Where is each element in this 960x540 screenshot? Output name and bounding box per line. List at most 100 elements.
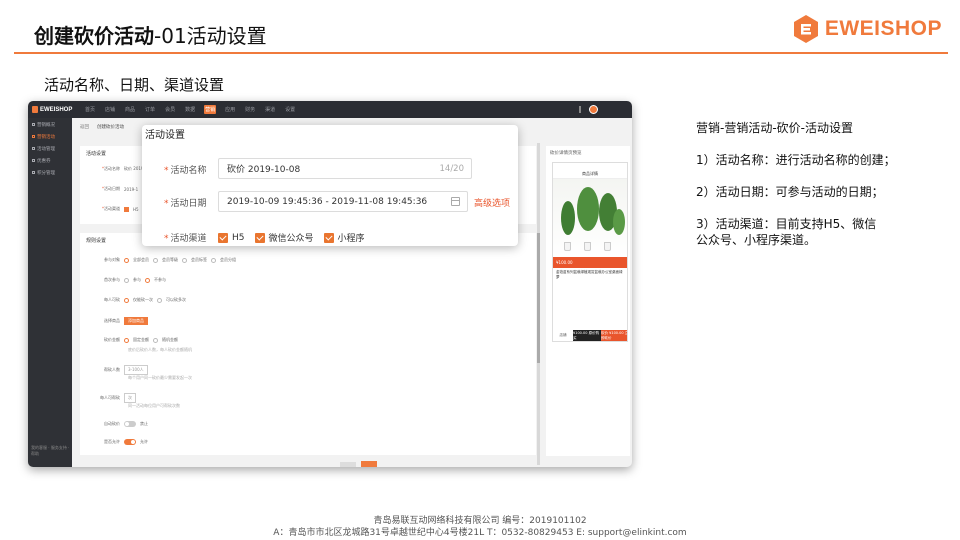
per-user-input[interactable]: 次 xyxy=(124,393,136,403)
nav-item-finance[interactable]: 财务 xyxy=(244,105,256,114)
required-mark: * xyxy=(164,166,169,176)
phone-header: 商品详情 xyxy=(553,170,627,179)
nav-item-apps[interactable]: 应用 xyxy=(224,105,236,114)
sidebar-item-label: 营销概况 xyxy=(37,122,55,128)
activity-settings-popup: 活动设置 * 活动名称 砍价 2019-10-08 14/20 * 活动日期 201… xyxy=(142,125,518,246)
scrollbar-thumb[interactable] xyxy=(537,233,540,363)
scrollbar[interactable] xyxy=(537,143,540,465)
section-heading: 活动名称、日期、渠道设置 xyxy=(44,76,225,94)
sidebar-item-manage[interactable]: 活动管理 xyxy=(28,143,72,154)
description-heading: 营销-营销活动-砍价-活动设置 xyxy=(696,121,853,135)
sidebar-item-coupons[interactable]: 优惠券 xyxy=(28,155,72,166)
plant-leaves xyxy=(613,209,625,235)
app-logo-icon xyxy=(32,106,38,113)
rule-row-participants: 参与对象 全部会员 会员等级 会员标签 会员分组 xyxy=(90,257,236,263)
product-desc: 金铂苗系列盆栽绿植观赏盆栽办公室桌面绿萝 xyxy=(556,270,623,279)
nav-item-marketing[interactable]: 营销 xyxy=(204,105,217,114)
rule-option: 全部会员 xyxy=(133,257,149,262)
plant-leaves xyxy=(561,201,575,235)
activity-name-input[interactable]: 砍价 2019-10-08 14/20 xyxy=(218,158,472,179)
nav-item-goods[interactable]: 商品 xyxy=(124,105,136,114)
sidebar-footer[interactable]: 我的客服 · 服务支持 · 帮助 xyxy=(31,445,71,457)
radio[interactable] xyxy=(124,297,129,303)
form-row-date: *活动日期 2019-1 xyxy=(90,186,138,192)
rule-label: 帮砍人数 xyxy=(104,367,120,372)
nav-item-shop[interactable]: 店铺 xyxy=(104,105,116,114)
activity-date-value: 2019-10-09 19:45:36 - 2019-11-08 19:45:3… xyxy=(227,196,428,207)
preview-panel: 砍价详情页预览 商品详情 ¥100.00 金铂苗系列盆栽绿植观赏盆栽办公室桌面绿… xyxy=(546,146,630,456)
allow-toggle[interactable] xyxy=(124,439,136,445)
shop-link[interactable]: 店铺 xyxy=(553,330,573,341)
channel-wechat[interactable]: 微信公众号 xyxy=(254,231,314,244)
radio[interactable] xyxy=(211,257,216,263)
channel-checkbox-group: H5 微信公众号 小程序 xyxy=(218,231,369,244)
cancel-button[interactable] xyxy=(340,462,356,467)
card-title: 规则设置 xyxy=(86,238,107,244)
rule-option: 仅能砍一次 xyxy=(133,297,153,302)
description-item-3-line2: 公众号、小程序渠道。 xyxy=(696,233,817,247)
helpers-input[interactable]: 3-100人 xyxy=(124,365,148,375)
sidebar-item-activities[interactable]: 营销活动 xyxy=(28,131,72,142)
nav-item-orders[interactable]: 订单 xyxy=(144,105,156,114)
radio[interactable] xyxy=(124,337,129,343)
slide-title: 创建砍价活动-01活动设置 xyxy=(34,20,267,49)
app-logo[interactable]: EWEISHOP xyxy=(32,106,76,113)
plant-leaves xyxy=(577,187,599,231)
rule-row-helpers: 帮砍人数 3-100人 xyxy=(90,365,148,375)
radio[interactable] xyxy=(124,257,129,263)
breadcrumb-back[interactable]: 返回 xyxy=(80,124,89,130)
buy-original-button[interactable]: ¥100.00 原价购买 xyxy=(573,330,601,341)
preview-title: 砍价详情页预览 xyxy=(550,151,582,156)
checkbox-checked-icon[interactable] xyxy=(323,232,334,243)
top-nav: 首页 店铺 商品 订单 会员 数据 营销 应用 财务 渠道 设置 xyxy=(84,105,296,114)
rule-label: 自动砍价 xyxy=(104,421,120,426)
field-label: * 活动名称 xyxy=(164,163,207,176)
nav-item-data[interactable]: 数据 xyxy=(184,105,196,114)
sidebar-item-points[interactable]: 积分管理 xyxy=(28,167,72,178)
rule-row-amount: 砍价金额 固定金额 随机金额 xyxy=(90,337,178,343)
radio[interactable] xyxy=(124,277,129,283)
rule-label: 选择商品 xyxy=(104,318,120,323)
field-label: * 活动渠道 xyxy=(164,231,207,244)
auto-toggle[interactable] xyxy=(124,421,136,427)
checkbox-checked-icon[interactable] xyxy=(218,232,228,243)
save-button[interactable] xyxy=(361,461,377,467)
nav-item-channels[interactable]: 渠道 xyxy=(264,105,276,114)
field-label: * 活动日期 xyxy=(164,196,207,209)
card-title: 活动设置 xyxy=(86,151,107,157)
radio[interactable] xyxy=(153,257,158,263)
checkbox-checked-icon[interactable] xyxy=(254,232,265,243)
sidebar-item-label: 营销活动 xyxy=(37,134,55,140)
nav-item-members[interactable]: 会员 xyxy=(164,105,176,114)
add-goods-button[interactable]: 添加商品 xyxy=(124,317,148,325)
rule-label: 砍价金额 xyxy=(104,337,120,342)
topbar-divider xyxy=(579,106,581,113)
activity-date-picker[interactable]: 2019-10-09 19:45:36 - 2019-11-08 19:45:3… xyxy=(218,191,468,212)
rule-label: 每人可砍 xyxy=(104,297,120,302)
rule-row-first: 首次参与 参与 不参与 xyxy=(90,277,166,283)
advanced-options-link[interactable]: 高级选项 xyxy=(474,196,510,209)
rule-label: 参与对象 xyxy=(104,257,120,262)
phone-status-bar xyxy=(553,163,627,170)
radio[interactable] xyxy=(153,337,158,343)
channel-miniprogram[interactable]: 小程序 xyxy=(323,231,365,244)
rule-row-per-user: 每人可帮砍次 xyxy=(90,393,136,403)
bargain-button[interactable]: 砍价 ¥100.00 立即砍价 xyxy=(601,330,627,341)
channel-h5[interactable]: H5 xyxy=(218,232,245,243)
field-activity-name: * 活动名称 砍价 2019-10-08 14/20 xyxy=(142,158,518,180)
radio[interactable] xyxy=(145,277,150,283)
avatar[interactable] xyxy=(589,105,598,114)
nav-item-settings[interactable]: 设置 xyxy=(284,105,296,114)
overview-icon xyxy=(32,123,35,126)
radio[interactable] xyxy=(157,297,162,303)
rule-hint: 每个用户同一砍价最少需要发起一次 xyxy=(128,375,192,380)
rule-option: 参与 xyxy=(133,277,141,282)
nav-item-home[interactable]: 首页 xyxy=(84,105,96,114)
rule-option: 会员分组 xyxy=(220,257,236,262)
radio[interactable] xyxy=(182,257,187,263)
form-value[interactable]: 2019-1 xyxy=(124,187,138,192)
sidebar-item-overview[interactable]: 营销概况 xyxy=(28,119,72,130)
checkbox[interactable] xyxy=(124,206,129,212)
brand-logo: EWEISHOP xyxy=(793,14,942,44)
rule-option: 随机金额 xyxy=(162,337,178,342)
